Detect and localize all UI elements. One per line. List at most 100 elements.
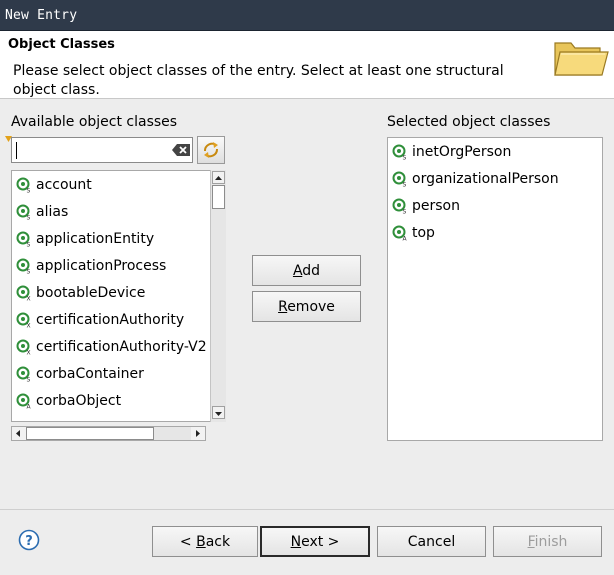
arrow-left-icon — [16, 430, 20, 437]
list-item-label: corbaObject — [36, 393, 122, 409]
svg-text:X: X — [27, 323, 31, 329]
help-icon: ? — [18, 529, 40, 551]
cancel-label: Cancel — [407, 533, 456, 550]
object-class-icon: S — [16, 366, 31, 383]
svg-text:S: S — [27, 188, 31, 194]
list-item-label: applicationEntity — [36, 231, 155, 247]
available-classes-list[interactable]: S account S alias S applicationEntity S … — [11, 170, 226, 422]
remove-mnemonic: R — [278, 298, 288, 315]
scroll-up-button[interactable] — [212, 171, 225, 184]
arrow-down-icon — [215, 412, 222, 416]
add-label: dd — [302, 262, 321, 279]
filter-field[interactable] — [11, 137, 193, 163]
object-class-icon: S — [16, 258, 31, 275]
page-description: Please select object classes of the entr… — [13, 63, 504, 98]
list-item-label: certificationAuthority — [36, 312, 185, 328]
list-item-label: alias — [36, 204, 69, 220]
refresh-icon — [204, 142, 218, 158]
list-item-label: certificationAuthority-V2 — [36, 339, 207, 355]
finish-label: inish — [534, 533, 568, 550]
list-item[interactable]: S alias — [16, 201, 68, 223]
object-class-icon: S — [392, 171, 407, 188]
object-class-icon: X — [16, 339, 31, 356]
clear-filter-icon[interactable] — [172, 143, 191, 157]
svg-text:S: S — [27, 269, 31, 275]
scroll-left-button[interactable] — [12, 427, 26, 440]
svg-text:?: ? — [25, 534, 33, 549]
list-item[interactable]: S account — [16, 174, 92, 196]
wizard-header: Object Classes Please select object clas… — [0, 31, 614, 99]
object-class-icon: X — [16, 312, 31, 329]
help-button[interactable]: ? — [18, 529, 40, 551]
window-title: New Entry — [5, 8, 78, 23]
svg-text:A: A — [27, 404, 32, 410]
next-button[interactable]: Next > — [260, 526, 370, 557]
svg-text:S: S — [27, 215, 31, 221]
svg-text:X: X — [27, 350, 31, 356]
arrow-right-icon — [196, 430, 200, 437]
list-item[interactable]: S person — [392, 195, 460, 217]
cancel-button[interactable]: Cancel — [377, 526, 486, 557]
list-item-label: person — [412, 198, 460, 214]
list-item-label: corbaContainer — [36, 366, 144, 382]
footer-separator — [0, 509, 614, 510]
next-mnemonic: N — [290, 533, 302, 550]
list-item-label: organizationalPerson — [412, 171, 559, 187]
object-class-icon: S — [16, 204, 31, 221]
scroll-down-button[interactable] — [212, 406, 225, 419]
scroll-right-button[interactable] — [191, 427, 205, 440]
folder-icon — [554, 42, 609, 76]
remove-label: emove — [287, 298, 335, 315]
list-item[interactable]: S applicationEntity — [16, 228, 154, 250]
available-list-hscrollbar[interactable] — [11, 426, 206, 441]
object-class-icon: X — [16, 285, 31, 302]
svg-text:S: S — [403, 209, 407, 215]
scroll-thumb[interactable] — [212, 185, 225, 209]
list-item[interactable]: X certificationAuthority-V2 — [16, 336, 207, 358]
list-item[interactable]: S organizationalPerson — [392, 168, 559, 190]
back-prefix: < — [179, 533, 197, 550]
selected-classes-list[interactable]: S inetOrgPerson S organizationalPerson S… — [387, 137, 603, 441]
object-class-icon: A — [16, 393, 32, 409]
list-item[interactable]: A corbaObject — [16, 390, 121, 412]
list-item[interactable]: S inetOrgPerson — [392, 141, 511, 163]
list-item-label: applicationProcess — [36, 258, 167, 274]
window-titlebar: New Entry — [0, 0, 614, 31]
object-class-icon: S — [392, 144, 407, 161]
list-item[interactable]: X certificationAuthority — [16, 309, 184, 331]
add-button[interactable]: Add — [252, 255, 361, 286]
object-class-icon: S — [16, 231, 31, 248]
object-class-icon: S — [392, 198, 407, 215]
hscroll-thumb[interactable] — [26, 427, 154, 440]
list-item-label: top — [412, 225, 435, 241]
list-item-label: inetOrgPerson — [412, 144, 512, 160]
back-mnemonic: B — [196, 533, 206, 550]
object-class-icon: S — [16, 177, 31, 194]
object-class-icon: A — [392, 225, 408, 241]
available-list-vscrollbar[interactable] — [210, 170, 226, 422]
back-button[interactable]: < Back — [152, 526, 258, 557]
finish-mnemonic: F — [527, 533, 535, 550]
list-item-label: account — [36, 177, 92, 193]
refresh-button[interactable] — [197, 136, 225, 164]
page-title: Object Classes — [8, 37, 115, 52]
remove-button[interactable]: Remove — [252, 291, 361, 322]
list-item[interactable]: S applicationProcess — [16, 255, 166, 277]
svg-text:S: S — [403, 155, 407, 161]
svg-text:S: S — [27, 377, 31, 383]
svg-text:X: X — [27, 296, 31, 302]
filter-input[interactable] — [13, 139, 163, 161]
list-item-label: bootableDevice — [36, 285, 146, 301]
list-item[interactable]: X bootableDevice — [16, 282, 145, 304]
list-item[interactable]: A top — [392, 222, 435, 244]
svg-text:S: S — [403, 182, 407, 188]
add-mnemonic: A — [292, 262, 303, 279]
available-classes-label: Available object classes — [11, 114, 178, 130]
list-item[interactable]: S corbaContainer — [16, 363, 144, 385]
next-label: ext > — [301, 533, 340, 550]
arrow-up-icon — [215, 176, 222, 180]
finish-button[interactable]: Finish — [493, 526, 602, 557]
svg-text:A: A — [403, 236, 408, 242]
svg-text:S: S — [27, 242, 31, 248]
selected-classes-label: Selected object classes — [387, 114, 551, 130]
